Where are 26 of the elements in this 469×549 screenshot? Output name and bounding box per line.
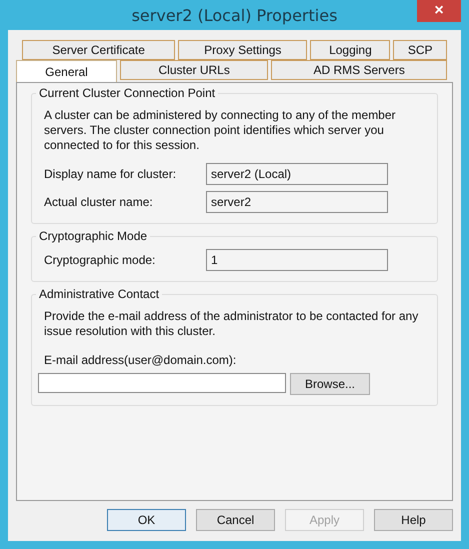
dialog-button[interactable]: Help [374, 509, 453, 531]
tab[interactable]: AD RMS Servers [271, 60, 447, 80]
tab[interactable]: Server Certificate [22, 40, 176, 60]
tab[interactable]: Proxy Settings [178, 40, 308, 60]
text-field[interactable]: server2 (Local) [206, 163, 388, 185]
tab[interactable]: SCP [393, 40, 447, 60]
text-field[interactable]: server2 [206, 191, 388, 213]
browse-button[interactable]: Browse... [290, 373, 370, 395]
close-button[interactable]: × [417, 0, 461, 22]
field-label: Display name for cluster: [44, 167, 178, 181]
field-label: Actual cluster name: [44, 195, 154, 209]
tab[interactable]: General [16, 60, 118, 82]
dialog-button[interactable]: Cancel [196, 509, 275, 531]
group-title: Administrative Contact [36, 287, 162, 301]
description: A cluster can be administered by connecting to any of the member servers. The cluster connection point identifies which server you connected to for this session. [44, 108, 397, 153]
description: Provide the e-mail address of the administrator to be contacted for any issue resolution with this cluster. [44, 309, 420, 339]
tab[interactable]: Cluster URLs [120, 60, 268, 80]
dialog-button[interactable]: OK [107, 509, 186, 531]
field-label: E-mail address(user@domain.com): [44, 353, 238, 367]
field-label: Cryptographic mode: [44, 253, 156, 267]
tab[interactable]: Logging [310, 40, 390, 60]
group-title: Current Cluster Connection Point [36, 86, 218, 100]
window-title: server2 (Local) Properties [132, 6, 338, 24]
text-field[interactable]: 1 [206, 249, 388, 271]
email-field[interactable] [38, 373, 286, 393]
group-title: Cryptographic Mode [36, 229, 150, 243]
